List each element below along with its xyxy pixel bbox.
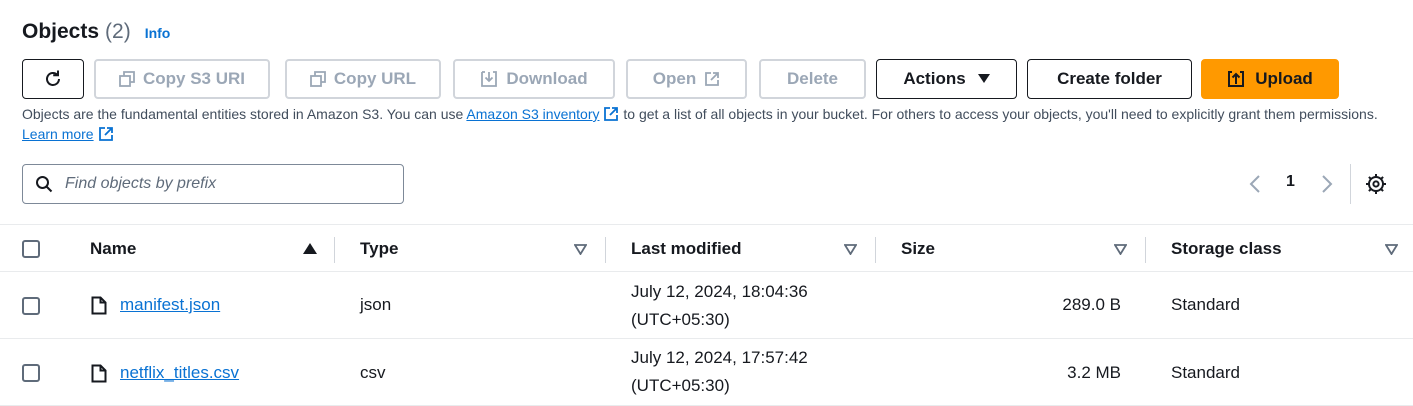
column-header-size[interactable]: Size (901, 225, 935, 273)
sort-caret-icon[interactable] (574, 244, 587, 255)
sort-caret-icon[interactable] (844, 244, 857, 255)
caret-down-icon (977, 74, 990, 83)
refresh-icon (46, 70, 60, 86)
object-storage-class: Standard (1171, 295, 1240, 314)
column-header-storage-class[interactable]: Storage class (1171, 225, 1282, 273)
delete-button[interactable]: Delete (759, 59, 866, 99)
upload-button[interactable]: Upload (1201, 59, 1339, 99)
create-folder-button[interactable]: Create folder (1027, 59, 1192, 99)
modified-timezone: (UTC+05:30) (631, 310, 730, 329)
objects-panel: Objects (2) Info Copy S3 URI Copy URL Do… (0, 0, 1413, 406)
s3-inventory-link[interactable]: Amazon S3 inventory (466, 106, 599, 122)
modified-timezone: (UTC+05:30) (631, 376, 730, 395)
copy-s3-uri-label: Copy S3 URI (142, 69, 246, 88)
page-title: Objects (22, 20, 100, 43)
external-link-icon (98, 127, 113, 141)
modified-date: July 12, 2024, 18:04:36 (631, 282, 808, 301)
row-checkbox[interactable] (22, 364, 40, 382)
copy-s3-uri-button[interactable]: Copy S3 URI (94, 59, 270, 99)
external-link-icon (604, 107, 619, 121)
download-button[interactable]: Download (453, 59, 615, 99)
object-name-link[interactable]: netflix_titles.csv (120, 363, 239, 383)
copy-url-button[interactable]: Copy URL (285, 59, 441, 99)
delete-label: Delete (786, 69, 839, 88)
object-count: (2) (105, 20, 131, 43)
open-button[interactable]: Open (626, 59, 747, 99)
search-icon (36, 176, 53, 193)
objects-header: Objects (2) Info (22, 20, 170, 50)
actions-label: Actions (903, 69, 966, 88)
object-name-link[interactable]: manifest.json (120, 295, 220, 315)
select-all-checkbox[interactable] (22, 240, 40, 258)
copy-url-label: Copy URL (333, 69, 417, 88)
objects-description: Objects are the fundamental entities sto… (22, 104, 1392, 144)
column-divider[interactable] (334, 237, 335, 263)
divider (1350, 164, 1351, 204)
create-folder-label: Create folder (1057, 69, 1162, 88)
object-size: 289.0 B (1062, 295, 1121, 314)
upload-icon (1228, 71, 1245, 87)
file-icon (91, 296, 107, 315)
copy-icon (119, 71, 135, 87)
column-header-type[interactable]: Type (360, 225, 398, 273)
upload-label: Upload (1255, 69, 1313, 88)
learn-more-link[interactable]: Learn more (22, 126, 94, 142)
object-type: csv (360, 363, 386, 382)
modified-date: July 12, 2024, 17:57:42 (631, 348, 808, 367)
table-row[interactable]: netflix_titles.csv csv July 12, 2024, 17… (0, 339, 1413, 406)
column-header-name[interactable]: Name (90, 225, 136, 273)
sort-caret-icon[interactable] (1385, 244, 1398, 255)
copy-icon (310, 71, 326, 87)
table-row[interactable]: manifest.json json July 12, 2024, 18:04:… (0, 272, 1413, 339)
search-input[interactable] (63, 174, 363, 194)
column-divider[interactable] (875, 237, 876, 263)
description-text-2: to get a list of all objects in your buc… (619, 106, 1378, 122)
search-field[interactable] (22, 164, 404, 204)
column-divider[interactable] (605, 237, 606, 263)
chevron-left-icon[interactable] (1248, 174, 1262, 194)
sort-ascending-icon[interactable] (303, 243, 317, 254)
column-divider[interactable] (1145, 237, 1146, 263)
row-checkbox[interactable] (22, 297, 40, 315)
sort-caret-icon[interactable] (1114, 244, 1127, 255)
current-page[interactable]: 1 (1286, 173, 1295, 191)
open-label: Open (652, 69, 697, 88)
refresh-button[interactable] (22, 59, 84, 99)
actions-dropdown[interactable]: Actions (876, 59, 1017, 99)
download-icon (481, 71, 498, 87)
object-type: json (360, 295, 392, 314)
column-header-last-modified[interactable]: Last modified (631, 225, 742, 273)
table-header: Name Type Last modified Size Storage cla… (0, 224, 1413, 272)
download-label: Download (506, 69, 588, 88)
external-link-icon (705, 72, 720, 86)
object-storage-class: Standard (1171, 363, 1240, 382)
object-size: 3.2 MB (1067, 363, 1121, 382)
file-icon (91, 364, 107, 383)
gear-icon[interactable] (1365, 173, 1387, 195)
object-last-modified: July 12, 2024, 18:04:36 (UTC+05:30) (631, 278, 808, 334)
info-link[interactable]: Info (145, 25, 171, 41)
object-last-modified: July 12, 2024, 17:57:42 (UTC+05:30) (631, 344, 808, 400)
description-text-1: Objects are the fundamental entities sto… (22, 106, 467, 122)
chevron-right-icon[interactable] (1320, 174, 1334, 194)
